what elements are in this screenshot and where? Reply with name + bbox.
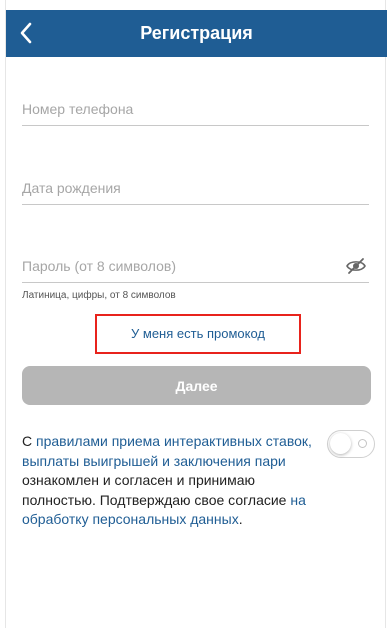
phone-input[interactable] <box>22 94 369 124</box>
back-button[interactable] <box>10 17 42 49</box>
phone-field <box>22 94 369 126</box>
password-input[interactable] <box>22 251 369 281</box>
page-title: Регистрация <box>140 23 253 43</box>
registration-screen: Регистрация Латиница, цифры, от 8 символ… <box>5 0 387 628</box>
promo-highlight-box: У меня есть промокод <box>95 314 301 354</box>
agreement-suffix: . <box>238 511 243 527</box>
promo-code-link[interactable]: У меня есть промокод <box>97 316 299 352</box>
header-bar: Регистрация <box>6 10 387 57</box>
toggle-off-indicator-icon <box>358 439 367 448</box>
password-field <box>22 251 369 283</box>
eye-off-icon[interactable] <box>345 256 367 276</box>
toggle-knob <box>330 433 351 454</box>
next-button[interactable]: Далее <box>22 366 371 405</box>
password-hint: Латиница, цифры, от 8 символов <box>22 290 176 301</box>
agreement-prefix: С <box>22 433 36 449</box>
agreement-middle: ознакомлен и согласен и принимаю полност… <box>22 472 291 508</box>
rules-link[interactable]: правилами приема интерактивных ставок, в… <box>22 433 312 469</box>
birthdate-input[interactable] <box>22 173 369 203</box>
agreement-toggle[interactable] <box>327 430 375 458</box>
birthdate-field <box>22 173 369 205</box>
chevron-left-icon <box>20 22 32 44</box>
agreement-text: С правилами приема интерактивных ставок,… <box>22 432 322 530</box>
